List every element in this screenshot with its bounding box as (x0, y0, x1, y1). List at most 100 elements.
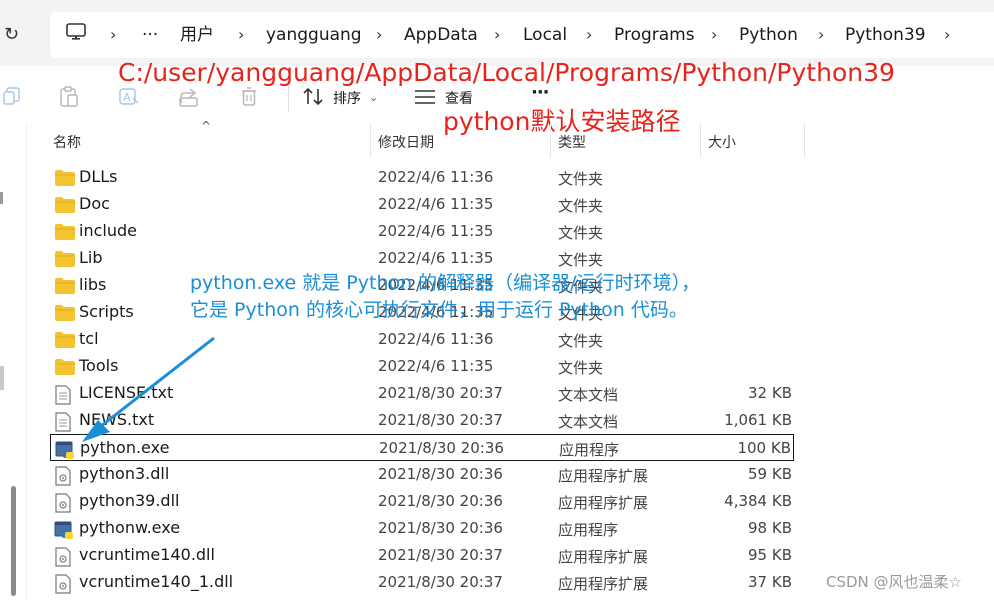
file-modified-date: 2021/8/30 20:36 (378, 519, 503, 537)
file-row[interactable]: LICENSE.txt 2021/8/30 20:37 文本文档 32 KB (50, 380, 794, 407)
column-header-type[interactable]: 类型 (558, 132, 586, 152)
chevron-right-icon[interactable]: › (494, 24, 500, 46)
chevron-right-icon[interactable]: › (818, 24, 824, 46)
file-type: 文本文档 (558, 386, 619, 404)
file-row[interactable]: Doc 2022/4/6 11:35 文件夹 (50, 191, 794, 218)
python-exe-icon (54, 520, 74, 544)
file-name: NEWS.txt (79, 410, 155, 429)
file-size: 4,384 KB (724, 492, 792, 510)
file-modified-date: 2022/4/6 11:35 (378, 357, 494, 375)
file-row[interactable]: include 2022/4/6 11:35 文件夹 (50, 218, 794, 245)
chevron-right-icon[interactable]: › (110, 24, 116, 46)
file-name: libs (79, 275, 107, 294)
file-type: 文件夹 (558, 359, 604, 377)
file-size: 37 KB (748, 573, 792, 591)
breadcrumb-more[interactable]: ··· (142, 24, 158, 46)
column-header-modified[interactable]: 修改日期 (378, 132, 434, 152)
file-row[interactable]: NEWS.txt 2021/8/30 20:37 文本文档 1,061 KB (50, 407, 794, 434)
share-icon[interactable] (178, 86, 200, 112)
navigation-marker (0, 192, 3, 204)
file-row[interactable]: python.exe 2021/8/30 20:36 应用程序 100 KB (50, 434, 794, 461)
explanation-line-1: python.exe 就是 Python 的解释器（编译器/运行时环境）， (190, 272, 701, 294)
install-path-annotation: C:/user/yangguang/AppData/Local/Programs… (118, 58, 895, 87)
file-modified-date: 2022/4/6 11:36 (378, 168, 494, 186)
paste-icon[interactable] (58, 86, 80, 112)
file-size: 98 KB (748, 519, 792, 537)
navigation-marker (0, 366, 4, 390)
file-modified-date: 2021/8/30 20:37 (378, 411, 503, 429)
copy-icon[interactable] (2, 86, 22, 110)
chevron-right-icon[interactable]: › (711, 24, 717, 46)
file-row[interactable]: vcruntime140_1.dll 2021/8/30 20:37 应用程序扩展 3… (50, 569, 794, 596)
file-row[interactable]: DLLs 2022/4/6 11:36 文件夹 (50, 164, 794, 191)
file-row[interactable]: python3.dll 2021/8/30 20:36 应用程序扩展 59 KB (50, 461, 794, 488)
text-file-icon (54, 412, 72, 436)
file-name: python39.dll (79, 491, 180, 510)
chevron-down-icon[interactable]: ⌄ (369, 91, 378, 104)
file-modified-date: 2021/8/30 20:37 (378, 573, 503, 591)
file-name: tcl (79, 329, 99, 348)
column-divider[interactable] (804, 124, 805, 158)
file-name: Doc (79, 194, 110, 213)
column-header-size[interactable]: 大小 (708, 132, 736, 152)
sort-button[interactable]: 排序 (333, 88, 361, 108)
dll-file-icon (54, 493, 72, 517)
file-type: 文件夹 (558, 332, 604, 350)
breadcrumb-item-users[interactable]: 用户 (180, 24, 214, 46)
watermark: CSDN @风也温柔☆ (826, 573, 962, 591)
delete-icon[interactable] (238, 86, 260, 112)
column-divider[interactable] (370, 124, 371, 158)
column-divider[interactable] (700, 124, 701, 158)
toolbar-divider (288, 86, 289, 112)
refresh-icon[interactable]: ↻ (4, 24, 19, 45)
file-modified-date: 2022/4/6 11:35 (378, 249, 494, 267)
view-icon[interactable] (414, 89, 436, 109)
file-row[interactable]: tcl 2022/4/6 11:36 文件夹 (50, 326, 794, 353)
breadcrumb-item-python39[interactable]: Python39 (845, 24, 926, 46)
dll-file-icon (54, 547, 72, 571)
breadcrumb-item-appdata[interactable]: AppData (404, 24, 478, 46)
file-name: DLLs (79, 167, 118, 186)
breadcrumb-item-local[interactable]: Local (523, 24, 567, 46)
file-size: 100 KB (737, 439, 791, 457)
address-bar: ↻ › ··· 用户 › yangguang › AppData › Local… (0, 0, 994, 66)
chevron-right-icon[interactable]: › (944, 24, 950, 46)
folder-icon (54, 331, 76, 353)
file-row[interactable]: vcruntime140.dll 2021/8/30 20:37 应用程序扩展 95 … (50, 542, 794, 569)
svg-text:A: A (123, 91, 131, 104)
file-type: 应用程序扩展 (558, 575, 649, 593)
this-pc-icon[interactable] (66, 22, 86, 46)
file-type: 文件夹 (558, 170, 604, 188)
file-modified-date: 2022/4/6 11:35 (378, 195, 494, 213)
folder-icon (54, 169, 76, 191)
column-header-name[interactable]: 名称 (53, 132, 81, 152)
file-modified-date: 2022/4/6 11:36 (378, 330, 494, 348)
sort-ascending-icon: ^ (201, 119, 212, 133)
rename-icon[interactable]: A (118, 86, 140, 112)
file-modified-date: 2021/8/30 20:37 (378, 384, 503, 402)
file-name: vcruntime140.dll (79, 545, 215, 564)
breadcrumb-item-programs[interactable]: Programs (614, 24, 695, 46)
file-name: LICENSE.txt (79, 383, 174, 402)
file-row[interactable]: Lib 2022/4/6 11:35 文件夹 (50, 245, 794, 272)
folder-icon (54, 358, 76, 380)
file-type: 文件夹 (558, 251, 604, 269)
chevron-right-icon[interactable]: › (238, 24, 244, 46)
file-row[interactable]: Tools 2022/4/6 11:35 文件夹 (50, 353, 794, 380)
file-row[interactable]: python39.dll 2021/8/30 20:36 应用程序扩展 4,384 K… (50, 488, 794, 515)
chevron-right-icon[interactable]: › (376, 24, 382, 46)
folder-icon (54, 304, 76, 326)
chevron-right-icon[interactable]: › (586, 24, 592, 46)
file-name: python.exe (80, 438, 170, 457)
sort-icon[interactable] (302, 86, 326, 112)
file-name: Scripts (79, 302, 134, 321)
navigation-scrollbar[interactable] (11, 486, 16, 596)
file-row[interactable]: pythonw.exe 2021/8/30 20:36 应用程序 98 KB (50, 515, 794, 542)
file-type: 文本文档 (558, 413, 619, 431)
breadcrumb-item-python[interactable]: Python (739, 24, 798, 46)
file-modified-date: 2021/8/30 20:36 (378, 492, 503, 510)
file-name: include (79, 221, 137, 240)
breadcrumb-item-yangguang[interactable]: yangguang (266, 24, 362, 46)
file-type: 应用程序 (558, 521, 619, 539)
column-divider[interactable] (550, 124, 551, 158)
